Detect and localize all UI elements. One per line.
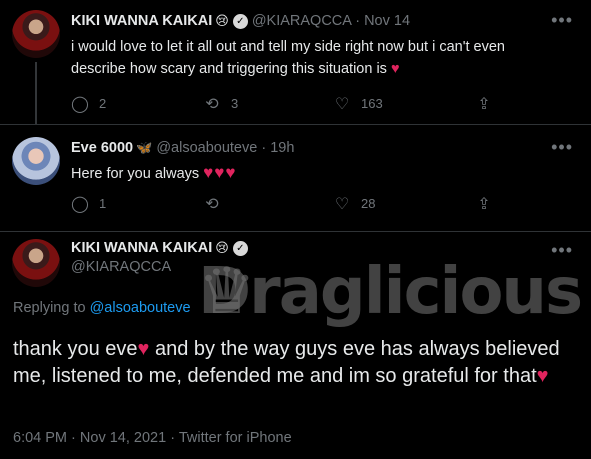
more-icon[interactable]: ••• [551,137,573,158]
hearts-emoji-icon: ♥♥♥ [203,163,237,182]
tweet-meta: 6:04 PM · Nov 14, 2021 · Twitter for iPh… [13,430,292,446]
share-button[interactable]: ⇪ [475,94,503,114]
replying-to: Replying to @alsoabouteve [13,300,191,316]
author-handle[interactable]: @KIARAQCCA [71,259,248,275]
share-button[interactable]: ⇪ [475,194,503,214]
like-count: 28 [361,196,376,211]
tweet-date[interactable]: Nov 14 [364,13,410,29]
avatar-kiki-main[interactable] [12,239,60,287]
tweet-source[interactable]: Twitter for iPhone [179,430,292,446]
tweet-date[interactable]: 19h [270,140,294,156]
separator: · [261,140,267,156]
watermark-text: Draglicious [198,255,583,329]
tweet-time[interactable]: 6:04 PM [13,430,67,446]
tweet-body-line-2: describe how scary and triggering this s… [71,61,387,77]
thread-line [35,62,37,124]
more-icon[interactable]: ••• [551,240,573,261]
reply-icon: ◯ [71,96,89,113]
like-button[interactable]: ♡ 28 [333,194,376,214]
author-handle[interactable]: @alsoabouteve [156,140,257,156]
divider [0,231,591,232]
like-count: 163 [361,96,383,111]
heart-emoji-icon: ♥ [536,365,549,387]
retweet-icon: ⟲ [205,96,219,113]
author-name[interactable]: Eve 6000 [71,140,133,156]
main-text-part-1: thank you eve [13,338,138,360]
retweet-button[interactable]: ⟲ [203,194,231,214]
heart-emoji-icon: ♥ [137,338,150,360]
heart-icon: ♡ [334,96,350,113]
separator: · [355,13,361,29]
replying-to-label: Replying to [13,300,86,316]
share-icon: ⇪ [477,196,491,213]
author-name[interactable]: KIKI WANNA KAIKAI [71,240,212,256]
author-name[interactable]: KIKI WANNA KAIKAI [71,13,212,29]
tweet-body: Here for you always ♥♥♥ [71,162,236,185]
main-tweet-author: KIKI WANNA KAIKAI 😢 ✓ @KIARAQCCA [71,240,248,275]
tweet-full-date[interactable]: Nov 14, 2021 [80,430,166,446]
tweet-body-line-1: i would love to let it all out and tell … [71,39,505,55]
main-tweet-text: thank you eve♥ and by the way guys eve h… [13,336,583,390]
cry-emoji-icon: 😢 [215,240,229,255]
tweet-eve[interactable]: Eve 6000 🦋 @alsoabouteve · 19h ••• Here f… [0,125,591,231]
heart-emoji-icon: ♥ [390,61,400,77]
tweet-actions: ◯ 1 ⟲ ♡ 28 ⇪ [71,194,491,214]
separator: · [170,430,176,446]
reply-button[interactable]: ◯ 1 [71,194,106,214]
author-handle[interactable]: @KIARAQCCA [252,13,351,29]
heart-icon: ♡ [334,196,350,213]
more-icon[interactable]: ••• [551,10,573,31]
tweet-kiki-1[interactable]: KIKI WANNA KAIKAI 😢 ✓ @KIARAQCCA · Nov 14 … [0,0,591,124]
tweet-actions: ◯ 2 ⟲ 3 ♡ 163 ⇪ [71,94,491,114]
retweet-icon: ⟲ [205,196,219,213]
avatar-eve[interactable] [12,137,60,185]
tweet-header: Eve 6000 🦋 @alsoabouteve · 19h [71,140,294,156]
tweet-header: KIKI WANNA KAIKAI 😢 ✓ @KIARAQCCA · Nov 14 [71,13,410,29]
share-icon: ⇪ [477,96,491,113]
retweet-button[interactable]: ⟲ 3 [203,94,238,114]
separator: · [71,430,76,446]
avatar-kiki[interactable] [12,10,60,58]
reply-button[interactable]: ◯ 2 [71,94,106,114]
replying-to-link[interactable]: @alsoabouteve [90,300,191,316]
verified-icon: ✓ [232,14,248,29]
retweet-count: 3 [231,96,239,111]
like-button[interactable]: ♡ 163 [333,94,383,114]
reply-count: 2 [99,96,107,111]
butterfly-emoji-icon: 🦋 [136,140,153,155]
cry-emoji-icon: 😢 [215,13,229,28]
reply-count: 1 [99,196,107,211]
tweet-body: i would love to let it all out and tell … [71,36,505,80]
reply-icon: ◯ [71,196,89,213]
tweet-body-text: Here for you always [71,166,200,182]
watermark-logo: ♛ Draglicious [198,243,590,329]
verified-icon: ✓ [232,241,248,256]
